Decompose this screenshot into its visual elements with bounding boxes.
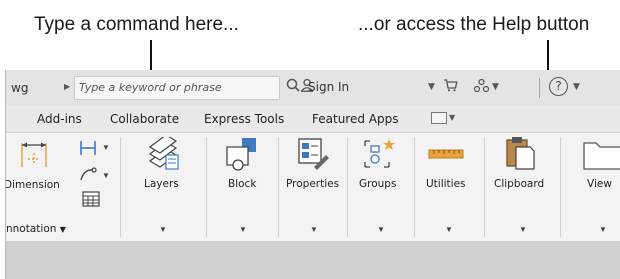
exchange-apps-icon[interactable] bbox=[473, 78, 490, 97]
properties-icon bbox=[296, 137, 330, 176]
multileader-icon[interactable] bbox=[78, 139, 100, 162]
callout-help-button: ...or access the Help button bbox=[358, 14, 590, 35]
tab-express-tools[interactable]: Express Tools bbox=[204, 112, 284, 126]
panel-separator bbox=[484, 137, 485, 237]
search-icon[interactable] bbox=[286, 78, 300, 96]
view-dropdown-icon: ▼ bbox=[599, 225, 607, 234]
clipboard-dropdown-icon: ▼ bbox=[519, 225, 527, 234]
help-button[interactable]: ? bbox=[549, 77, 568, 96]
title-bar: wg ▶ Type a keyword or phrase Sign In ▼ … bbox=[6, 70, 620, 106]
drawing-area[interactable] bbox=[6, 241, 620, 279]
leader-icon[interactable] bbox=[78, 165, 100, 188]
view-panel[interactable]: View ▼ bbox=[562, 133, 620, 241]
search-input[interactable]: Type a keyword or phrase bbox=[74, 76, 280, 100]
cart-icon[interactable] bbox=[443, 78, 458, 96]
leader-dropdown-icon[interactable]: ▼ bbox=[102, 171, 110, 180]
groups-panel[interactable]: Groups ▼ bbox=[349, 133, 411, 241]
panel-separator bbox=[347, 137, 348, 237]
properties-label: Properties bbox=[286, 178, 340, 190]
measure-icon bbox=[428, 147, 464, 165]
panel-separator bbox=[120, 137, 121, 237]
annotation-label-text: nnotation bbox=[6, 223, 57, 235]
layers-icon bbox=[146, 134, 180, 176]
panel-separator bbox=[278, 137, 279, 237]
view-icon bbox=[582, 139, 620, 176]
ribbon: Dimension ▼ ▼ nnotation ▼ Layers ▼ Block… bbox=[6, 132, 620, 242]
annotation-panel-label[interactable]: nnotation ▼ bbox=[6, 223, 66, 235]
layers-dropdown-icon: ▼ bbox=[159, 225, 167, 234]
ribbon-tab-row: Add-ins Collaborate Express Tools Featur… bbox=[6, 106, 620, 132]
table-icon[interactable] bbox=[82, 191, 100, 212]
tab-add-ins[interactable]: Add-ins bbox=[37, 112, 82, 126]
utilities-label: Utilities bbox=[426, 178, 466, 190]
panel-separator bbox=[414, 137, 415, 237]
file-name: wg bbox=[11, 81, 29, 95]
exchange-dropdown-icon[interactable]: ▼ bbox=[492, 82, 499, 92]
help-dropdown-icon[interactable]: ▼ bbox=[573, 82, 580, 92]
properties-panel[interactable]: Properties ▼ bbox=[280, 133, 346, 241]
view-label: View bbox=[587, 178, 612, 190]
ribbon-options-dropdown-icon[interactable]: ▼ bbox=[449, 113, 455, 122]
search-placeholder: Type a keyword or phrase bbox=[79, 81, 222, 94]
annotation-dropdown-icon: ▼ bbox=[59, 225, 66, 234]
linear-dimension-icon[interactable] bbox=[16, 139, 52, 180]
groups-icon bbox=[361, 137, 397, 176]
groups-label: Groups bbox=[359, 178, 397, 190]
clipboard-icon bbox=[504, 135, 536, 176]
dimension-label[interactable]: Dimension bbox=[6, 179, 60, 191]
layers-label: Layers bbox=[144, 178, 179, 190]
block-icon bbox=[224, 137, 260, 176]
panel-separator bbox=[206, 137, 207, 237]
tab-collaborate[interactable]: Collaborate bbox=[110, 112, 179, 126]
panel-separator bbox=[560, 137, 561, 237]
sign-in-dropdown-icon[interactable]: ▼ bbox=[428, 82, 435, 92]
utilities-dropdown-icon: ▼ bbox=[445, 225, 453, 234]
sign-in-button[interactable]: Sign In bbox=[308, 80, 349, 94]
block-panel[interactable]: Block ▼ bbox=[208, 133, 276, 241]
multileader-dropdown-icon[interactable]: ▼ bbox=[102, 143, 110, 152]
chevron-right-icon: ▶ bbox=[64, 82, 71, 91]
layers-panel[interactable]: Layers ▼ bbox=[122, 133, 202, 241]
utilities-panel[interactable]: Utilities ▼ bbox=[416, 133, 482, 241]
ribbon-options-icon[interactable] bbox=[431, 112, 447, 124]
callout-type-command: Type a command here... bbox=[34, 14, 239, 35]
clipboard-panel[interactable]: Clipboard ▼ bbox=[486, 133, 558, 241]
tab-featured-apps[interactable]: Featured Apps bbox=[312, 112, 398, 126]
annotation-panel: Dimension ▼ ▼ nnotation ▼ bbox=[6, 133, 114, 241]
groups-dropdown-icon: ▼ bbox=[377, 225, 385, 234]
properties-dropdown-icon: ▼ bbox=[310, 225, 318, 234]
block-dropdown-icon: ▼ bbox=[239, 225, 247, 234]
autocad-window: wg ▶ Type a keyword or phrase Sign In ▼ … bbox=[5, 70, 620, 279]
block-label: Block bbox=[228, 178, 257, 190]
clipboard-label: Clipboard bbox=[494, 178, 545, 190]
separator bbox=[539, 78, 540, 98]
